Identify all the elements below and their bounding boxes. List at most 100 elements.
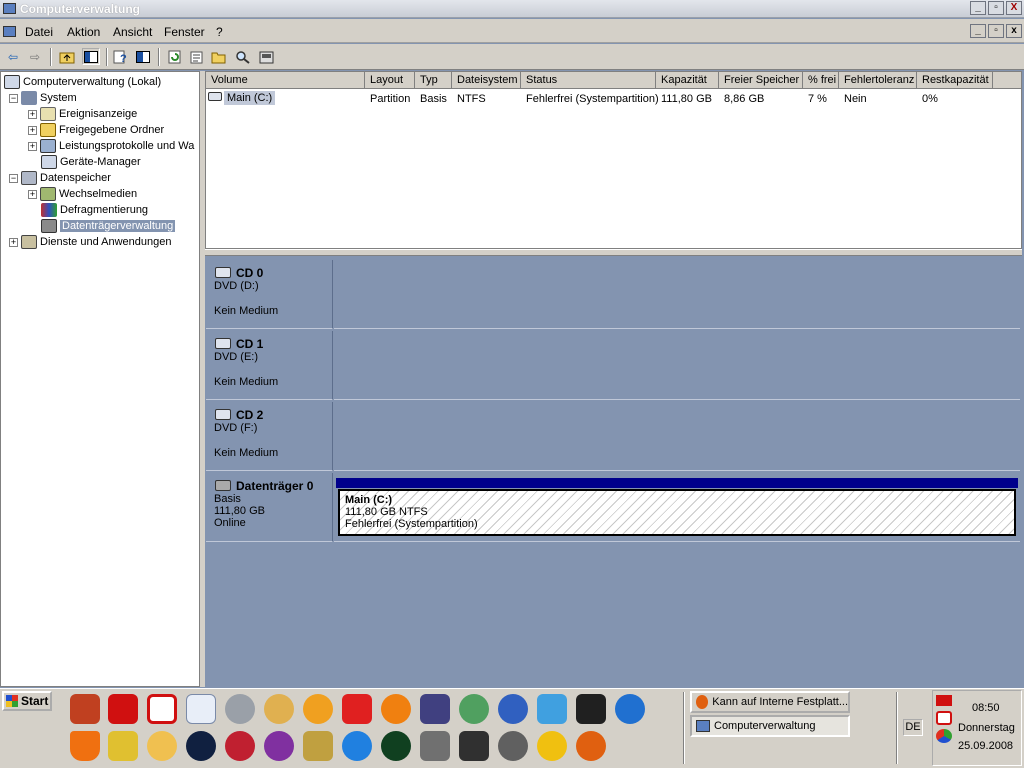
tree-node-root[interactable]: Computerverwaltung (Lokal) xyxy=(4,74,161,90)
yahoo-icon[interactable] xyxy=(264,731,294,761)
terminal-icon[interactable] xyxy=(576,694,606,724)
hand-icon[interactable] xyxy=(147,731,177,761)
expand-icon[interactable]: + xyxy=(28,189,37,199)
expand-icon[interactable]: + xyxy=(28,109,37,119)
tree-node-datenspeicher[interactable]: − Datenspeicher xyxy=(9,170,111,186)
disk-area[interactable] xyxy=(334,331,1020,400)
search-icon[interactable] xyxy=(234,48,252,65)
tree-node-defragmentierung[interactable]: Defragmentierung xyxy=(41,202,148,218)
child-close-button[interactable]: x xyxy=(1006,24,1022,38)
media-player-icon[interactable] xyxy=(615,694,645,724)
help-icon[interactable]: ? xyxy=(112,48,130,65)
disk-name: CD 2 xyxy=(236,408,264,422)
avira-tray-icon[interactable] xyxy=(936,711,952,725)
ati-icon[interactable] xyxy=(936,695,952,706)
language-indicator[interactable]: DE xyxy=(903,719,923,736)
disk-area[interactable] xyxy=(334,402,1020,471)
task-button-computerverwaltung[interactable]: Computerverwaltung xyxy=(690,715,850,737)
computer-icon xyxy=(4,75,20,89)
firefox-icon[interactable] xyxy=(576,731,606,761)
tree-node-datentraegerverwaltung[interactable]: Datenträgerverwaltung xyxy=(41,218,176,234)
col-volume[interactable]: Volume xyxy=(206,72,365,89)
windows-logo-icon xyxy=(6,695,18,707)
tree-node-wechselmedien[interactable]: + Wechselmedien xyxy=(28,186,137,202)
horizontal-splitter[interactable] xyxy=(205,249,1022,256)
tree-node-freigegebene-ordner[interactable]: + Freigegebene Ordner xyxy=(28,122,164,138)
disk-tool-icon[interactable] xyxy=(258,48,276,65)
expand-icon[interactable]: + xyxy=(28,125,37,135)
splash-icon[interactable] xyxy=(342,694,372,724)
close-button[interactable]: X xyxy=(1006,1,1022,15)
vlc-icon[interactable] xyxy=(70,731,100,761)
col-dateisystem[interactable]: Dateisystem xyxy=(452,72,521,89)
collapse-icon[interactable]: − xyxy=(9,173,18,183)
winamp-icon[interactable] xyxy=(108,731,138,761)
col-prozent-frei[interactable]: % frei xyxy=(803,72,839,89)
crossed-swords-icon[interactable] xyxy=(420,731,450,761)
menu-help[interactable]: ? xyxy=(216,25,223,39)
back-arrow-icon[interactable]: ⇦ xyxy=(4,48,22,65)
player-icon[interactable] xyxy=(186,731,216,761)
menu-fenster[interactable]: Fenster xyxy=(164,25,205,39)
tree-node-geraete-manager[interactable]: Geräte-Manager xyxy=(41,154,141,170)
col-kapazitaet[interactable]: Kapazität xyxy=(656,72,719,89)
lightning-icon[interactable] xyxy=(498,694,528,724)
child-window-icon[interactable] xyxy=(3,26,16,37)
speaker-icon[interactable] xyxy=(225,694,255,724)
game-icon[interactable] xyxy=(381,731,411,761)
cs-icon[interactable] xyxy=(225,731,255,761)
radiation-icon[interactable] xyxy=(537,731,567,761)
col-fehlertoleranz[interactable]: Fehlertoleranz xyxy=(839,72,917,89)
g-icon[interactable] xyxy=(498,731,528,761)
restore-button[interactable]: ▫ xyxy=(988,1,1004,15)
disc-app-icon[interactable] xyxy=(264,694,294,724)
refresh-icon[interactable] xyxy=(166,48,184,65)
properties-icon[interactable] xyxy=(188,48,206,65)
child-restore-button[interactable]: ▫ xyxy=(988,24,1004,38)
avira-icon[interactable] xyxy=(147,694,177,724)
col-typ[interactable]: Typ xyxy=(415,72,452,89)
open-folder-icon[interactable] xyxy=(210,48,228,65)
disk-row-cd0[interactable]: CD 0 DVD (D:) Kein Medium xyxy=(206,260,1020,329)
expand-icon[interactable]: + xyxy=(9,237,18,247)
messenger-icon[interactable] xyxy=(459,694,489,724)
adobe-reader-icon[interactable] xyxy=(108,694,138,724)
col-status[interactable]: Status xyxy=(521,72,656,89)
ts-icon[interactable] xyxy=(420,694,450,724)
expand-icon[interactable]: + xyxy=(28,141,37,151)
start-button[interactable]: Start xyxy=(2,691,52,711)
collapse-icon[interactable]: − xyxy=(9,93,18,103)
disk-row-cd1[interactable]: CD 1 DVD (E:) Kein Medium xyxy=(206,331,1020,400)
child-minimize-button[interactable]: _ xyxy=(970,24,986,38)
tree-node-system[interactable]: − System xyxy=(9,90,77,106)
menu-datei[interactable]: Datei xyxy=(25,25,53,39)
internet-explorer-icon[interactable] xyxy=(342,731,372,761)
shield-icon[interactable] xyxy=(459,731,489,761)
show-hide-tree-icon[interactable] xyxy=(82,48,100,65)
title-bar[interactable]: Computerverwaltung _ ▫ X xyxy=(0,0,1024,18)
firewall-icon[interactable] xyxy=(70,694,100,724)
mail-icon[interactable] xyxy=(186,694,216,724)
browser-orange-icon[interactable] xyxy=(381,694,411,724)
up-folder-icon[interactable] xyxy=(58,48,76,65)
tv-icon[interactable] xyxy=(303,694,333,724)
tree-node-leistungsprotokolle[interactable]: + Leistungsprotokolle und Wa xyxy=(28,138,194,154)
tools-icon[interactable] xyxy=(303,731,333,761)
disk-row-cd2[interactable]: CD 2 DVD (F:) Kein Medium xyxy=(206,402,1020,471)
disk-area[interactable] xyxy=(334,260,1020,329)
properties-panel-icon[interactable] xyxy=(134,48,152,65)
col-layout[interactable]: Layout xyxy=(365,72,415,89)
tree-node-dienste[interactable]: + Dienste und Anwendungen xyxy=(9,234,172,250)
col-freier-speicher[interactable]: Freier Speicher xyxy=(719,72,803,89)
task-button-firefox[interactable]: Kann auf Interne Festplatt... xyxy=(690,691,850,713)
network-tray-icon[interactable] xyxy=(936,729,952,743)
col-restkapazitaet[interactable]: Restkapazität xyxy=(917,72,993,89)
minimize-button[interactable]: _ xyxy=(970,1,986,15)
clock-time[interactable]: 08:50 xyxy=(972,702,1000,714)
forward-arrow-icon[interactable]: ⇨ xyxy=(26,48,44,65)
menu-ansicht[interactable]: Ansicht xyxy=(113,25,152,39)
partition-main-c[interactable]: Main (C:) 111,80 GB NTFS Fehlerfrei (Sys… xyxy=(338,489,1016,536)
tree-node-ereignisanzeige[interactable]: + Ereignisanzeige xyxy=(28,106,137,122)
monitor-icon[interactable] xyxy=(537,694,567,724)
menu-aktion[interactable]: Aktion xyxy=(67,25,100,39)
